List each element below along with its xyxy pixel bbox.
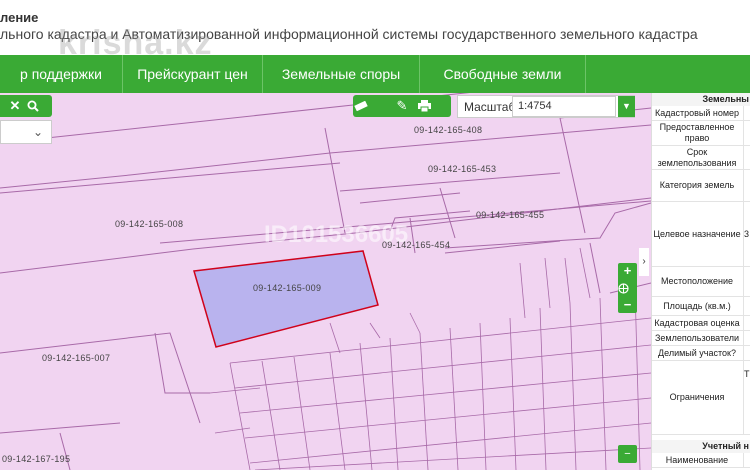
map-parcels	[0, 93, 651, 470]
zoom-controls: + −	[618, 263, 637, 313]
panel-row: Местоположение	[652, 267, 750, 297]
panel-row-value	[744, 267, 750, 296]
nav-item-pricelist[interactable]: Прейскурант цен	[123, 55, 263, 93]
panel-row: Предоставленное право	[652, 121, 750, 146]
panel-row-label: Кадастровая оценка	[654, 317, 740, 328]
plot-label[interactable]: 09-142-165-408	[414, 125, 482, 135]
panel-row-value	[744, 331, 750, 345]
map-watermark: ID101536605	[264, 221, 409, 248]
app-window: ление льного кадастра и Автоматизированн…	[0, 0, 750, 470]
nav-item-free-land[interactable]: Свободные земли	[420, 55, 586, 93]
panel-row: Площадь (кв.м.)	[652, 297, 750, 316]
plot-label[interactable]: 09-142-165-453	[428, 164, 496, 174]
panel-row: Срок землепользования	[652, 146, 750, 170]
panel-row-value	[744, 121, 750, 145]
panel-title-2: Учетный н	[652, 440, 750, 453]
panel-row-label: Землепользователи	[654, 332, 740, 343]
panel-row-value	[744, 297, 750, 315]
plot-label[interactable]: 09-142-167-195	[2, 454, 70, 464]
scale-control: Масштаб 1:4754 ▼	[457, 95, 635, 118]
panel-row: Кадастровая оценка	[652, 316, 750, 331]
panel-row-label: Кадастровый номер	[654, 107, 740, 118]
cadastral-map[interactable]: 09-142-165-408 09-142-165-453 09-142-165…	[0, 93, 651, 470]
map-toolbar: ✎	[353, 95, 451, 117]
panel-row-label: Площадь (кв.м.)	[663, 300, 731, 311]
panel-row: Делимый участок?	[652, 346, 750, 361]
print-icon[interactable]	[418, 95, 450, 117]
scale-label: Масштаб	[464, 100, 516, 114]
panel-row-label: Делимый участок?	[658, 347, 736, 358]
close-icon[interactable]: ✕	[4, 95, 26, 117]
panel-title: Земельны	[652, 93, 750, 106]
layer-select[interactable]: ⌄	[0, 120, 52, 144]
chevron-down-icon[interactable]: ▼	[618, 96, 635, 117]
plus-icon[interactable]: +	[618, 263, 637, 279]
ruler-icon[interactable]	[354, 95, 386, 117]
pencil-icon[interactable]: ✎	[386, 95, 418, 117]
search-icon[interactable]	[27, 95, 49, 117]
land-info-panel: Земельны Кадастровый номер Предоставленн…	[651, 93, 750, 470]
plot-label-selected[interactable]: 09-142-165-009	[253, 283, 321, 293]
panel-row-label: Категория земель	[659, 180, 735, 190]
nav-item-land-disputes[interactable]: Земельные споры	[263, 55, 420, 93]
main-nav: р поддержки Прейскурант цен Земельные сп…	[0, 55, 750, 93]
panel-row-value	[744, 316, 750, 330]
header-title: ление	[0, 10, 39, 25]
plot-label[interactable]: 09-142-165-008	[115, 219, 183, 229]
chevron-down-icon: ⌄	[33, 125, 44, 139]
minus-icon[interactable]: −	[618, 445, 637, 463]
panel-row-label: Предоставленное право	[659, 122, 735, 143]
panel-row: Землепользователи	[652, 331, 750, 346]
panel-row-label: Целевое назначение	[653, 228, 741, 239]
panel-row: Ограничения Т	[652, 361, 750, 435]
panel-row-label: Ограничения	[669, 392, 725, 402]
scale-input[interactable]: 1:4754	[512, 96, 616, 117]
panel-row-value	[744, 146, 750, 169]
plot-label[interactable]: 09-142-165-455	[476, 210, 544, 220]
panel-row-value	[744, 106, 750, 120]
panel-row-value	[744, 346, 750, 360]
panel-row-label: Срок землепользования	[657, 146, 737, 168]
plot-label[interactable]: 09-142-165-007	[42, 353, 110, 363]
globe-icon[interactable]	[618, 280, 637, 296]
map-search-controls: ✕	[0, 95, 52, 117]
panel-row-label: Наименование	[665, 454, 729, 465]
panel-row: Наименование	[652, 453, 750, 468]
page-header: ление льного кадастра и Автоматизированн…	[0, 0, 750, 62]
nav-item-support[interactable]: р поддержки	[0, 55, 123, 93]
panel-row-value: Т	[744, 369, 750, 379]
panel-row: Кадастровый номер	[652, 106, 750, 121]
chevron-right-icon[interactable]: ›	[639, 248, 649, 276]
panel-row: Категория земель	[652, 170, 750, 202]
panel-row-label: Местоположение	[660, 276, 734, 286]
panel-row: Целевое назначение 3	[652, 202, 750, 267]
panel-row-value	[744, 170, 750, 201]
panel-row-value: 3	[744, 229, 750, 239]
minus-icon[interactable]: −	[618, 297, 637, 313]
